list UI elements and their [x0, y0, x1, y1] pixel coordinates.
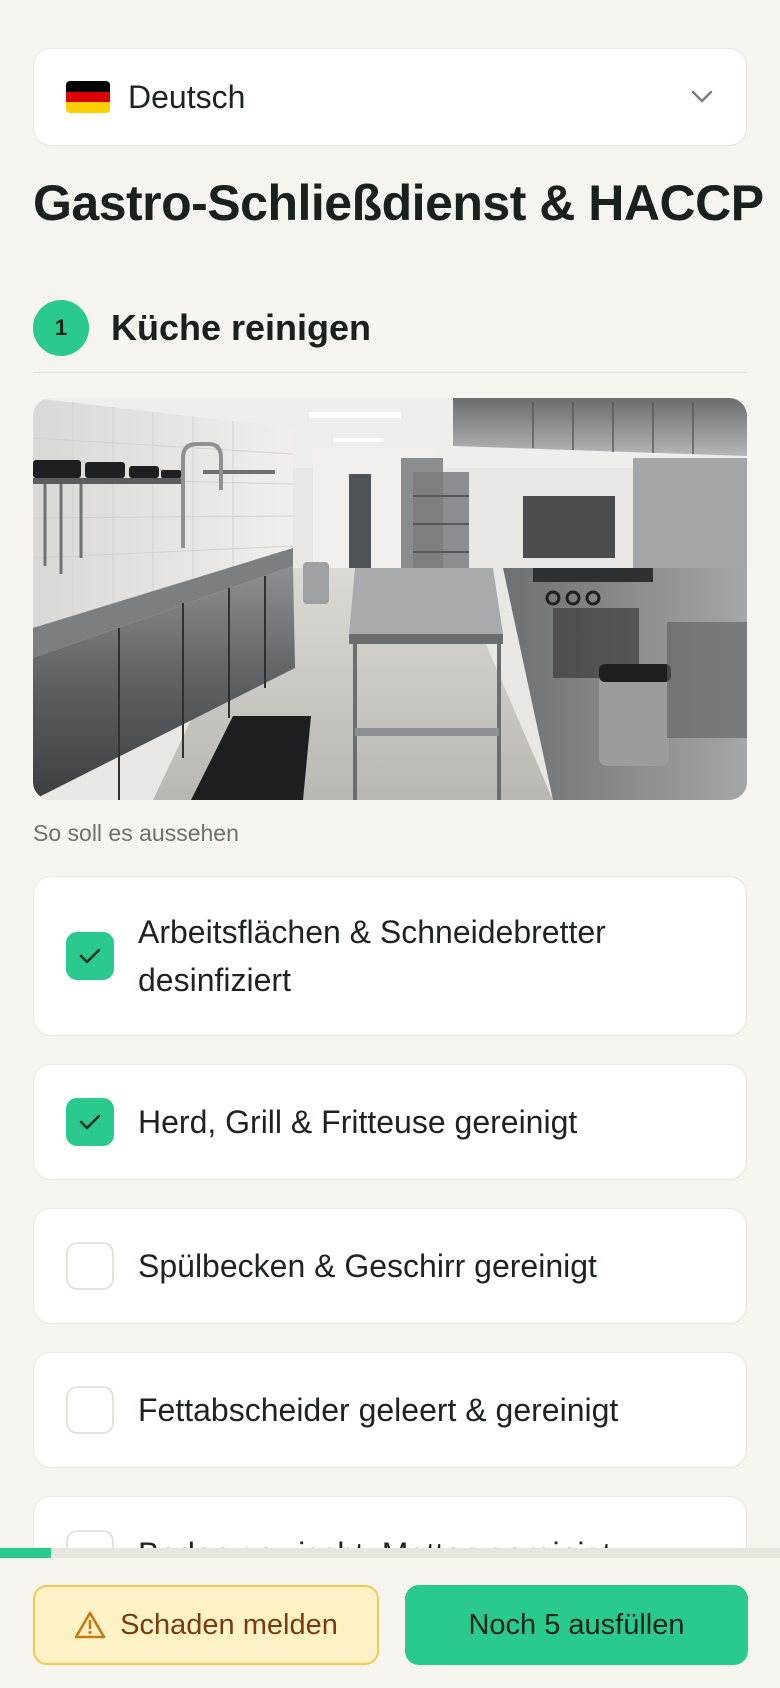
checklist-item-label: Herd, Grill & Fritteuse gereinigt — [138, 1104, 578, 1140]
page-title: Gastro-Schließdienst & HACCP — [33, 175, 764, 231]
step-number-badge: 1 — [33, 300, 89, 356]
check-icon — [79, 1114, 101, 1130]
kitchen-photo-image — [33, 398, 747, 800]
checklist-item[interactable]: Boden gewischt, Matten gereinigt — [33, 1496, 747, 1548]
checklist-item[interactable]: Fettabscheider geleert & gereinigt — [33, 1352, 747, 1468]
submit-button[interactable]: Noch 5 ausfüllen — [405, 1585, 748, 1665]
checklist-item-label: Arbeitsflächen & Schneidebretter desinfi… — [138, 914, 606, 998]
checklist-item-label: Boden gewischt, Matten gereinigt — [138, 1530, 611, 1548]
checkbox[interactable] — [66, 1530, 114, 1548]
checklist-item-label: Spülbecken & Geschirr gereinigt — [138, 1248, 597, 1284]
checklist-item-label: Fettabscheider geleert & gereinigt — [138, 1392, 619, 1428]
language-selector[interactable]: Deutsch — [33, 48, 747, 146]
progress-bar-fill — [0, 1548, 51, 1558]
german-flag-icon — [66, 81, 110, 113]
step-title: Küche reinigen — [111, 307, 372, 348]
check-icon — [79, 948, 101, 964]
step-header: 1 Küche reinigen — [33, 300, 747, 373]
chevron-down-icon — [690, 85, 714, 109]
bottom-action-bar: Schaden melden Noch 5 ausfüllen — [0, 1558, 780, 1688]
progress-bar — [0, 1548, 780, 1558]
report-damage-button[interactable]: Schaden melden — [33, 1585, 379, 1665]
report-damage-label: Schaden melden — [120, 1608, 338, 1641]
photo-caption: So soll es aussehen — [33, 820, 239, 846]
reference-photo — [33, 398, 747, 800]
checkbox[interactable] — [66, 1242, 114, 1290]
checkbox[interactable] — [66, 1098, 114, 1146]
page: Deutsch Gastro-Schließdienst & HACCP 1 K… — [0, 0, 780, 1548]
language-label: Deutsch — [128, 78, 246, 115]
checkbox[interactable] — [66, 932, 114, 980]
checkbox[interactable] — [66, 1386, 114, 1434]
submit-label: Noch 5 ausfüllen — [468, 1608, 685, 1641]
checklist-item[interactable]: Spülbecken & Geschirr gereinigt — [33, 1208, 747, 1324]
warning-icon — [74, 1611, 106, 1639]
checklist-item[interactable]: Arbeitsflächen & Schneidebretter desinfi… — [33, 876, 747, 1036]
checklist-item[interactable]: Herd, Grill & Fritteuse gereinigt — [33, 1064, 747, 1180]
